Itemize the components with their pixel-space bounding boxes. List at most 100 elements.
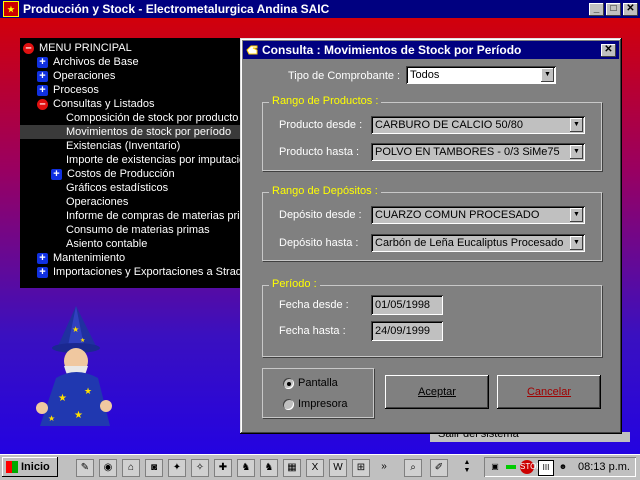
edit-doc-icon[interactable]: ✐ [430,459,448,477]
impresora-radio[interactable] [283,399,294,410]
pantalla-label[interactable]: Pantalla [298,377,338,389]
svg-text:★: ★ [72,325,79,334]
tree-item-procesos[interactable]: + Procesos [37,83,99,97]
minimize-button[interactable]: _ [589,2,604,16]
tree-item-existencias[interactable]: Existencias (Inventario) [66,139,180,153]
ii-icon[interactable]: III [538,460,554,476]
start-button[interactable]: Inicio [2,457,58,477]
expand-icon[interactable]: + [37,70,48,82]
tree-item-label: Mantenimiento [53,252,126,264]
tipo-comprobante-select[interactable]: Todos ▼ [406,66,556,84]
scroll-arrows-icon[interactable]: ▲ ▼ [462,459,472,475]
cancel-button[interactable]: Cancelar [497,375,601,409]
dropdown-arrow-icon[interactable]: ▼ [570,208,583,222]
tree-item-operaciones[interactable]: + Operaciones [37,69,115,83]
tree-item-consultas-y-listados[interactable]: – Consultas y Listados [37,97,155,111]
tree-item-asiento-contable[interactable]: Asiento contable [66,237,147,251]
collapse-icon[interactable]: – [23,42,34,54]
fox2-icon[interactable]: ♞ [260,459,278,477]
user-icon[interactable]: ☻ [556,460,570,474]
tools-icon[interactable]: ✚ [214,459,232,477]
dropdown-arrow-icon[interactable]: ▼ [541,68,554,82]
puzzle-icon[interactable]: ✧ [191,459,209,477]
fecha-desde-label: Fecha desde : [279,299,349,311]
tree-item-label: Composición de stock por producto [66,112,239,124]
dropdown-arrow-icon[interactable]: ▼ [570,118,583,132]
word-icon[interactable]: W [329,459,347,477]
collapse-icon[interactable]: – [37,98,48,110]
deposito-desde-value: CUARZO COMUN PROCESADO [375,209,540,221]
pantalla-radio[interactable] [283,378,294,389]
desktop-icon[interactable]: ▦ [283,459,301,477]
deposito-hasta-select[interactable]: Carbón de Leña Eucaliptus Procesado ▼ [371,234,585,252]
expand-icon[interactable]: + [37,56,48,68]
producto-hasta-select[interactable]: POLVO EN TAMBORES - 0/3 SiMe75 ▼ [371,143,585,161]
expand-icon[interactable]: + [37,252,48,264]
producto-desde-select[interactable]: CARBURO DE CALCIO 50/80 ▼ [371,116,585,134]
tree-item-consumo-materias[interactable]: Consumo de materias primas [66,223,210,237]
tree-item-label: Gráficos estadísticos [66,182,169,194]
tree-item-graficos[interactable]: Gráficos estadísticos [66,181,168,195]
svg-text:★: ★ [84,386,92,396]
pen-icon[interactable]: ✎ [76,459,94,477]
dialog-close-button[interactable]: ✕ [601,43,616,57]
deposito-desde-select[interactable]: CUARZO COMUN PROCESADO ▼ [371,206,585,224]
network-icon[interactable]: ⌂ [122,459,140,477]
tree-item-importe-existencias[interactable]: Importe de existencias por imputació [66,153,245,167]
producto-desde-label: Producto desde : [279,119,363,131]
system-tray: ▣ STOP III ☻ 08:13 p.m. [484,457,636,477]
search-doc-icon[interactable]: ⌕ [404,459,422,477]
clock: 08:13 p.m. [578,461,630,473]
fox-icon[interactable]: ♞ [237,459,255,477]
monitor-icon[interactable]: ▣ [488,460,502,474]
tree-item-label: Operaciones [53,70,116,82]
fecha-hasta-value: 24/09/1999 [375,325,431,337]
tree-item-menu-principal[interactable]: – MENU PRINCIPAL [23,41,132,55]
tree-item-archivos-de-base[interactable]: + Archivos de Base [37,55,139,69]
tipo-comprobante-label: Tipo de Comprobante : [288,70,401,82]
gear-icon[interactable]: ✦ [168,459,186,477]
tree-item-label: Consultas y Listados [53,98,155,110]
tree-item-costos-produccion[interactable]: + Costos de Producción [51,167,175,181]
windows-icon[interactable]: ⊞ [352,459,370,477]
tree-item-importaciones[interactable]: + Importaciones y Exportaciones a Strad [37,265,242,279]
excel-icon[interactable]: X [306,459,324,477]
tree-item-informe-compras[interactable]: Informe de compras de materias prim [66,209,249,223]
tree-item-label: Importaciones y Exportaciones a Strad [53,266,242,278]
producto-desde-value: CARBURO DE CALCIO 50/80 [375,119,523,131]
fecha-hasta-label: Fecha hasta : [279,325,346,337]
accept-button[interactable]: Aceptar [385,375,489,409]
windows-logo-icon [6,461,18,473]
maximize-button[interactable]: □ [606,2,621,16]
dropdown-arrow-icon[interactable]: ▼ [570,145,583,159]
expand-icon[interactable]: + [37,84,48,96]
green-status-icon[interactable] [504,460,518,474]
tree-item-movimientos-stock[interactable]: Movimientos de stock por período [20,125,266,139]
periodo-group-title: Período : [269,278,320,290]
explorer-icon[interactable]: ◉ [99,459,117,477]
svg-text:★: ★ [48,414,55,423]
expand-icon[interactable]: + [37,266,48,278]
impresora-label[interactable]: Impresora [298,398,348,410]
accept-label: Aceptar [418,386,456,398]
camera-icon[interactable]: ◙ [145,459,163,477]
tree-item-label: Movimientos de stock por período [66,126,232,138]
cancel-label: Cancelar [526,386,572,398]
tree-item-composicion-stock[interactable]: Composición de stock por producto [66,111,238,125]
main-window-title: Producción y Stock - Electrometalurgica … [23,2,330,16]
fecha-desde-input[interactable]: 01/05/1998 [371,295,443,315]
stop-icon[interactable]: STOP [520,460,542,474]
hand-icon [245,43,259,57]
close-button[interactable]: ✕ [623,2,638,16]
chevron-right-icon[interactable]: » [376,459,392,475]
expand-icon[interactable]: + [51,168,62,180]
fecha-hasta-input[interactable]: 24/09/1999 [371,321,443,341]
start-label: Inicio [21,461,50,473]
dialog-title-bar[interactable]: Consulta : Movimientos de Stock por Perí… [243,41,619,59]
dropdown-arrow-icon[interactable]: ▼ [570,236,583,250]
main-title-bar[interactable]: ★ Producción y Stock - Electrometalurgic… [0,0,640,18]
tree-item-label: Consumo de materias primas [66,224,210,236]
tree-item-mantenimiento[interactable]: + Mantenimiento [37,251,125,265]
taskbar: Inicio ✎ ◉ ⌂ ◙ ✦ ✧ ✚ ♞ ♞ ▦ X W ⊞ » ⌕ ✐ ▲… [0,454,640,480]
tree-item-operaciones-sub[interactable]: Operaciones [66,195,128,209]
